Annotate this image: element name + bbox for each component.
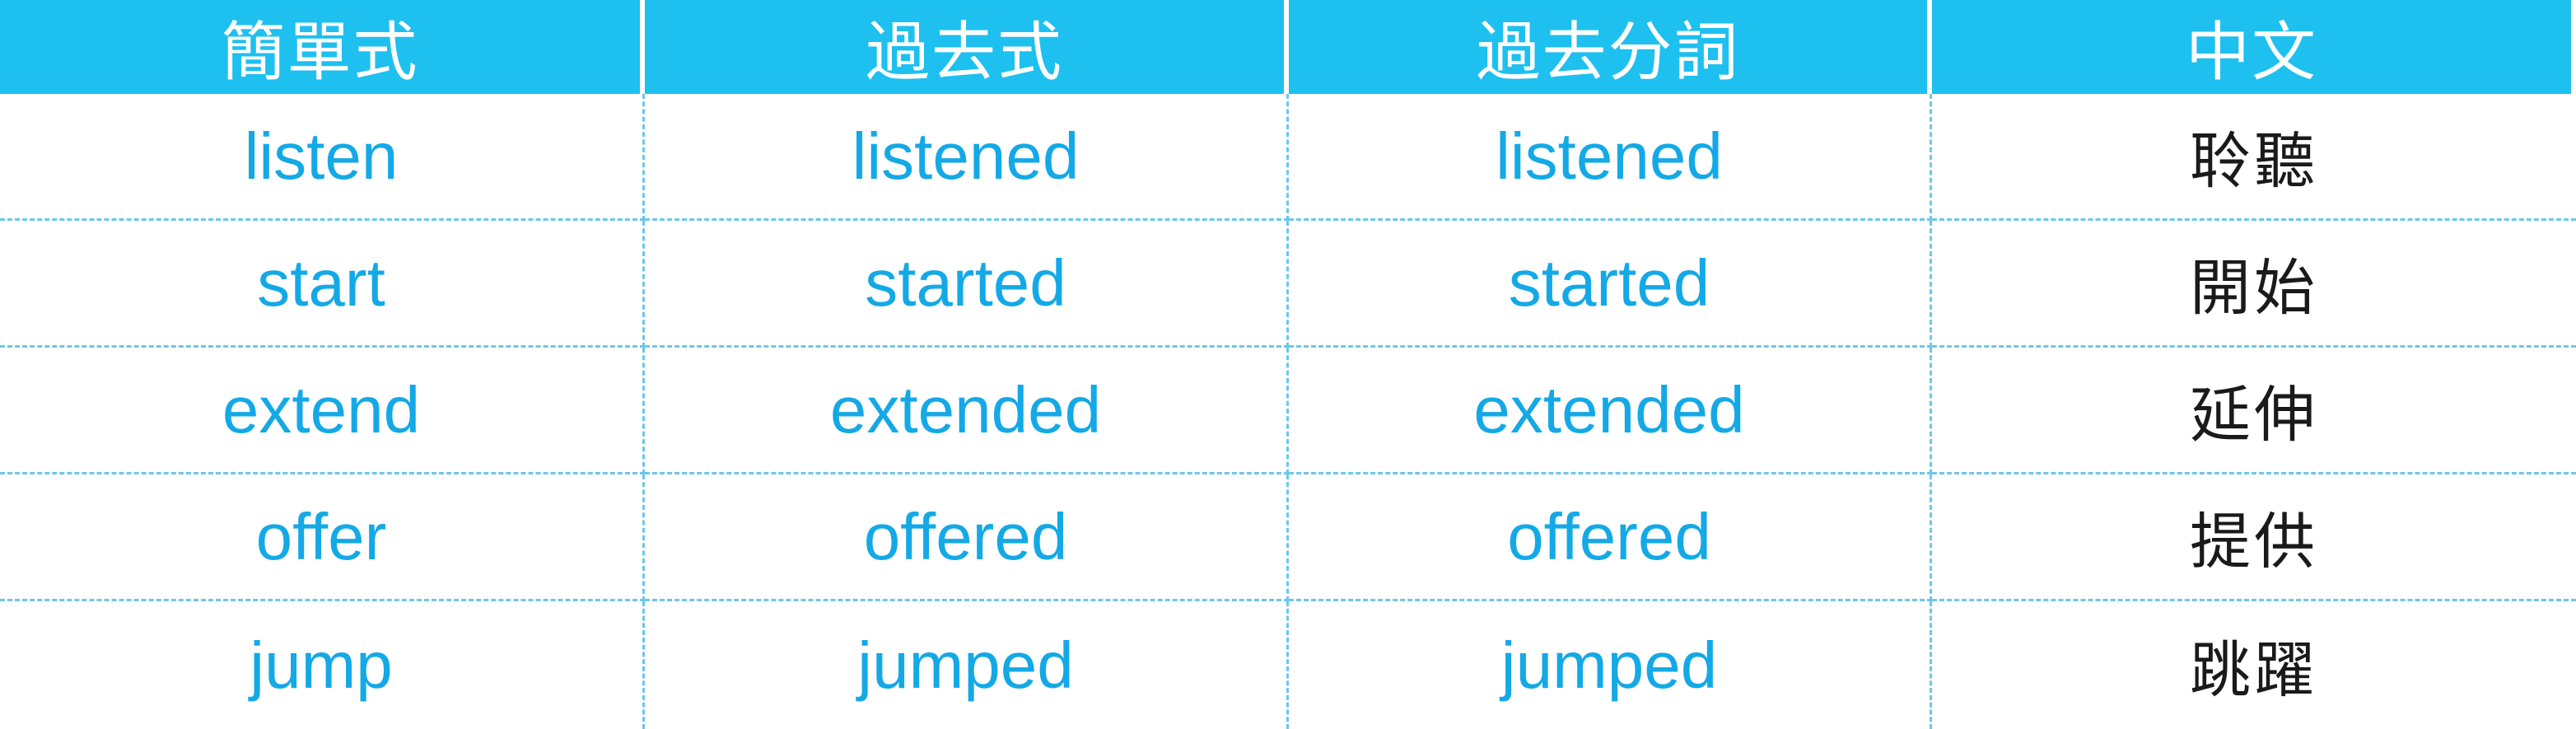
cell-simple-form: offer [0,474,645,601]
cell-past-participle: jumped [1289,601,1932,729]
header-past-participle: 過去分詞 [1289,0,1932,94]
cell-chinese: 開始 [1932,221,2576,348]
cell-past-tense: jumped [645,601,1289,729]
cell-chinese: 跳躍 [2190,635,2318,706]
cell-chinese: 延伸 [1932,348,2576,474]
verb-tense-table: 簡單式 過去式 過去分詞 中文 listen listened listened… [0,0,2576,729]
cell-past-participle: started [1289,221,1932,348]
cell-past-participle: extended [1289,348,1932,474]
cell-simple-form: listen [0,94,645,221]
cell-chinese: 提供 [1932,474,2576,601]
cell-past-tense: offered [645,474,1289,601]
cell-simple-form: extend [0,348,645,474]
cell-simple-form: start [0,221,645,348]
cell-past-tense: extended [645,348,1289,474]
header-chinese: 中文 [1932,0,2576,94]
cell-simple-form: jump [0,601,645,729]
cell-chinese: 聆聽 [1932,94,2576,221]
cell-past-participle: listened [1289,94,1932,221]
cell-past-tense: listened [645,94,1289,221]
header-simple-form: 簡單式 [0,0,645,94]
cell-past-participle: offered [1289,474,1932,601]
header-past-tense: 過去式 [645,0,1289,94]
cell-past-tense: started [645,221,1289,348]
